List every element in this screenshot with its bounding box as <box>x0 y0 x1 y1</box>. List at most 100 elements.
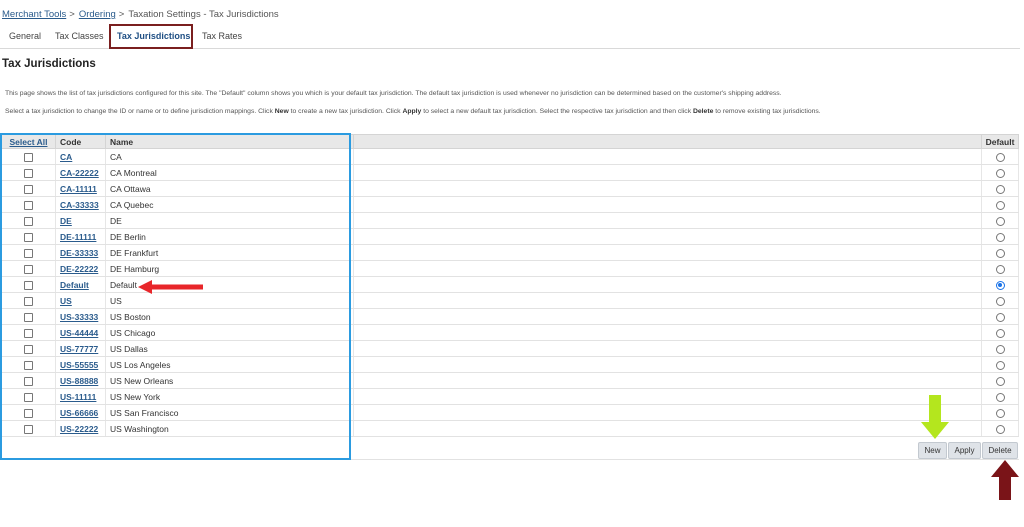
default-radio[interactable] <box>995 392 1005 402</box>
row-checkbox[interactable] <box>23 184 33 194</box>
code-cell: CA-22222 <box>55 164 106 181</box>
tab-tax-rates[interactable]: Tax Rates <box>202 26 242 47</box>
spacer-cell <box>353 244 982 261</box>
jurisdiction-code-link[interactable]: US-33333 <box>60 312 98 322</box>
jurisdiction-code-link[interactable]: DE-11111 <box>60 232 96 242</box>
breadcrumb-separator: > <box>69 9 75 20</box>
jurisdiction-code-link[interactable]: CA <box>60 152 72 162</box>
row-checkbox[interactable] <box>23 280 33 290</box>
row-checkbox[interactable] <box>23 152 33 162</box>
red-arrow-icon <box>138 280 203 294</box>
row-checkbox[interactable] <box>23 168 33 178</box>
table-row[interactable]: US-77777 US Dallas <box>1 340 1019 357</box>
default-radio[interactable] <box>995 376 1005 386</box>
table-row[interactable]: US-33333 US Boston <box>1 308 1019 325</box>
row-checkbox[interactable] <box>23 328 33 338</box>
table-row[interactable]: DE-22222 DE Hamburg <box>1 260 1019 277</box>
name-cell: CA Quebec <box>105 196 354 213</box>
code-cell: DE-11111 <box>55 228 106 245</box>
new-button[interactable]: New <box>918 442 947 459</box>
table-row[interactable]: DE-33333 DE Frankfurt <box>1 244 1019 261</box>
row-checkbox[interactable] <box>23 424 33 434</box>
default-radio[interactable] <box>995 184 1005 194</box>
default-radio[interactable] <box>995 216 1005 226</box>
spacer-cell <box>353 308 982 325</box>
row-checkbox[interactable] <box>23 232 33 242</box>
jurisdiction-code-link[interactable]: CA-33333 <box>60 200 99 210</box>
jurisdiction-code-link[interactable]: US <box>60 296 72 306</box>
default-radio[interactable] <box>995 200 1005 210</box>
tab-general[interactable]: General <box>9 26 41 47</box>
table-row[interactable]: US-11111 US New York <box>1 388 1019 405</box>
table-row[interactable]: CA-11111 CA Ottawa <box>1 180 1019 197</box>
page-title: Tax Jurisdictions <box>2 58 96 70</box>
row-checkbox[interactable] <box>23 264 33 274</box>
table-row[interactable]: US-22222 US Washington <box>1 420 1019 437</box>
jurisdiction-code-link[interactable]: US-22222 <box>60 424 98 434</box>
default-radio[interactable] <box>995 312 1005 322</box>
select-all-link[interactable]: Select All <box>10 137 48 147</box>
default-cell <box>981 404 1019 421</box>
default-radio[interactable] <box>995 424 1005 434</box>
spacer-cell <box>353 180 982 197</box>
table-row[interactable]: US-66666 US San Francisco <box>1 404 1019 421</box>
row-checkbox[interactable] <box>23 344 33 354</box>
tab-tax-classes[interactable]: Tax Classes <box>55 26 104 47</box>
apply-button[interactable]: Apply <box>948 442 981 459</box>
jurisdiction-code-link[interactable]: DE-33333 <box>60 248 98 258</box>
default-radio[interactable] <box>995 264 1005 274</box>
default-radio[interactable] <box>995 328 1005 338</box>
default-radio[interactable] <box>995 168 1005 178</box>
jurisdiction-code-link[interactable]: US-88888 <box>60 376 98 386</box>
default-cell <box>981 148 1019 165</box>
row-checkbox[interactable] <box>23 360 33 370</box>
default-radio[interactable] <box>995 248 1005 258</box>
breadcrumb-merchant-tools[interactable]: Merchant Tools <box>2 9 66 20</box>
jurisdiction-code-link[interactable]: Default <box>60 280 89 290</box>
jurisdiction-code-link[interactable]: US-77777 <box>60 344 98 354</box>
spacer-cell <box>353 340 982 357</box>
default-radio[interactable] <box>995 344 1005 354</box>
row-select-cell <box>1 340 56 357</box>
default-radio[interactable] <box>995 296 1005 306</box>
row-checkbox[interactable] <box>23 408 33 418</box>
jurisdiction-code-link[interactable]: US-11111 <box>60 392 96 402</box>
default-radio[interactable] <box>995 408 1005 418</box>
code-cell: DE <box>55 212 106 229</box>
default-radio[interactable] <box>995 280 1005 290</box>
jurisdiction-code-link[interactable]: US-44444 <box>60 328 98 338</box>
row-checkbox[interactable] <box>23 392 33 402</box>
row-checkbox[interactable] <box>23 216 33 226</box>
jurisdiction-code-link[interactable]: DE-22222 <box>60 264 98 274</box>
table-row[interactable]: US-88888 US New Orleans <box>1 372 1019 389</box>
default-radio[interactable] <box>995 360 1005 370</box>
row-checkbox[interactable] <box>23 312 33 322</box>
jurisdiction-code-link[interactable]: DE <box>60 216 72 226</box>
row-select-cell <box>1 276 56 293</box>
jurisdiction-code-link[interactable]: CA-11111 <box>60 184 97 194</box>
breadcrumb-ordering[interactable]: Ordering <box>79 9 116 20</box>
row-checkbox[interactable] <box>23 296 33 306</box>
jurisdiction-code-link[interactable]: US-55555 <box>60 360 98 370</box>
table-row[interactable]: CA CA <box>1 148 1019 165</box>
jurisdiction-code-link[interactable]: US-66666 <box>60 408 98 418</box>
table-row[interactable]: CA-33333 CA Quebec <box>1 196 1019 213</box>
default-cell <box>981 372 1019 389</box>
row-select-cell <box>1 244 56 261</box>
delete-button[interactable]: Delete <box>982 442 1018 459</box>
row-checkbox[interactable] <box>23 376 33 386</box>
table-row[interactable]: US-44444 US Chicago <box>1 324 1019 341</box>
default-radio[interactable] <box>995 232 1005 242</box>
name-cell: US Dallas <box>105 340 354 357</box>
code-cell: DE-22222 <box>55 260 106 277</box>
table-row[interactable]: DE-11111 DE Berlin <box>1 228 1019 245</box>
table-row[interactable]: US-55555 US Los Angeles <box>1 356 1019 373</box>
spacer-cell <box>353 388 982 405</box>
default-cell <box>981 420 1019 437</box>
table-row[interactable]: DE DE <box>1 212 1019 229</box>
table-row[interactable]: CA-22222 CA Montreal <box>1 164 1019 181</box>
row-checkbox[interactable] <box>23 248 33 258</box>
jurisdiction-code-link[interactable]: CA-22222 <box>60 168 99 178</box>
row-checkbox[interactable] <box>23 200 33 210</box>
default-radio[interactable] <box>995 152 1005 162</box>
